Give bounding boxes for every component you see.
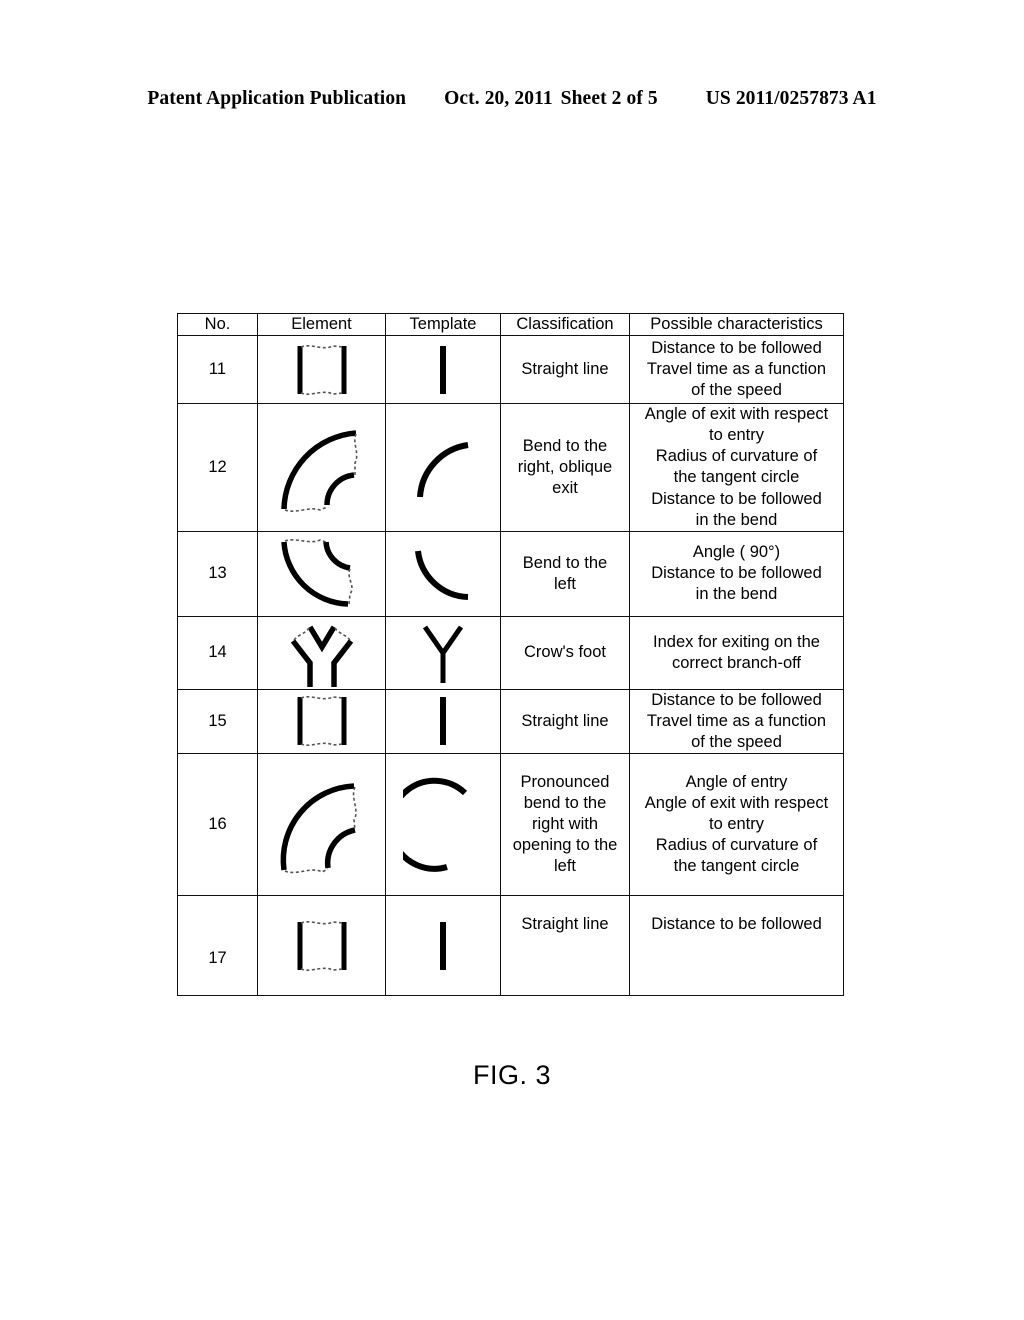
element-drawing-cell [257, 335, 386, 405]
element-drawing-cell [257, 403, 386, 532]
template-drawing-cell [385, 335, 501, 405]
column-header-element: Element [257, 312, 386, 337]
element-classification-table: No. Element Template Classification Poss… [177, 312, 844, 997]
sheet-label: Sheet 2 of 5 [560, 88, 658, 109]
straight-segment-icon [258, 692, 385, 750]
patent-number: US 2011/0257873 A1 [705, 88, 877, 109]
row-number: 14 [177, 615, 258, 690]
bend-right-oblique-icon [258, 417, 385, 517]
table-row: 16 Pronounced bend to the right with ope… [177, 753, 844, 897]
table-header-row: No. Element Template Classification Poss… [177, 312, 844, 337]
table-row: 14 Crow's foot Index for exiting on the … [177, 615, 844, 690]
classification-text: Bend to the right, oblique exit [500, 403, 630, 532]
characteristics-text: Index for exiting on the correct branch-… [629, 615, 844, 690]
characteristics-text: Distance to be followed Travel time as a… [629, 688, 844, 755]
template-drawing-cell [385, 688, 501, 755]
vertical-bar-icon [386, 693, 500, 749]
column-header-classification: Classification [500, 312, 630, 337]
template-drawing-cell [385, 615, 501, 690]
row-number: 16 [177, 753, 258, 897]
row-number: 11 [177, 335, 258, 405]
publication-label: Patent Application Publication [147, 88, 407, 109]
element-drawing-cell [257, 753, 386, 897]
straight-segment-icon [258, 917, 385, 975]
table-row: 11 Straight line Distance to be followed… [177, 335, 844, 405]
publication-date: Oct. 20, 2011 [444, 88, 553, 109]
row-number: 12 [177, 403, 258, 532]
table-row: 17 Straight line Distance to be followed [177, 895, 844, 997]
arc-quarter-left-icon [386, 541, 500, 607]
row-number: 13 [177, 530, 258, 617]
element-drawing-cell [257, 895, 386, 997]
vertical-bar-icon [386, 918, 500, 974]
vertical-bar-icon [386, 342, 500, 398]
characteristics-text: Distance to be followed Travel time as a… [629, 335, 844, 405]
classification-text: Straight line [500, 335, 630, 405]
row-number: 17 [177, 895, 258, 997]
crows-foot-icon [258, 617, 385, 689]
table-row: 13 Bend to the left Angle (90°) Distanc… [177, 530, 844, 617]
column-header-template: Template [385, 312, 501, 337]
pronounced-bend-right-icon [258, 766, 385, 884]
template-drawing-cell [385, 530, 501, 617]
table-row: 15 Straight line Distance to be followed… [177, 688, 844, 755]
classification-text: Straight line [500, 688, 630, 755]
element-drawing-cell [257, 688, 386, 755]
column-header-no: No. [177, 312, 258, 337]
characteristics-text: Distance to be followed [629, 895, 844, 997]
row-number: 15 [177, 688, 258, 755]
classification-text: Straight line [500, 895, 630, 997]
classification-text: Crow's foot [500, 615, 630, 690]
figure-caption: FIG. 3 [472, 1060, 551, 1090]
characteristics-text: Angle of exit with respect to entry Radi… [629, 403, 844, 532]
arc-quarter-right-icon [386, 429, 500, 505]
bend-left-icon [258, 534, 385, 614]
element-drawing-cell [257, 530, 386, 617]
arc-large-right-icon [386, 775, 500, 875]
template-drawing-cell [385, 895, 501, 997]
element-drawing-cell [257, 615, 386, 690]
table-row: 12 Bend to the right, oblique exit Angle… [177, 403, 844, 532]
classification-text: Pronounced bend to the right with openin… [500, 753, 630, 897]
classification-text: Bend to the left [500, 530, 630, 617]
table-body: 11 Straight line Distance to be followed… [177, 335, 844, 997]
characteristics-text: Angle of entry Angle of exit with respec… [629, 753, 844, 897]
page-running-header: Patent Application Publication Oct. 20, … [0, 88, 1024, 110]
column-header-characteristics: Possible characteristics [629, 312, 844, 337]
straight-segment-icon [258, 341, 385, 399]
y-fork-icon [386, 621, 500, 685]
template-drawing-cell [385, 753, 501, 897]
template-drawing-cell [385, 403, 501, 532]
characteristics-text: Angle ( 90°) Distance to be followed in … [629, 530, 844, 617]
